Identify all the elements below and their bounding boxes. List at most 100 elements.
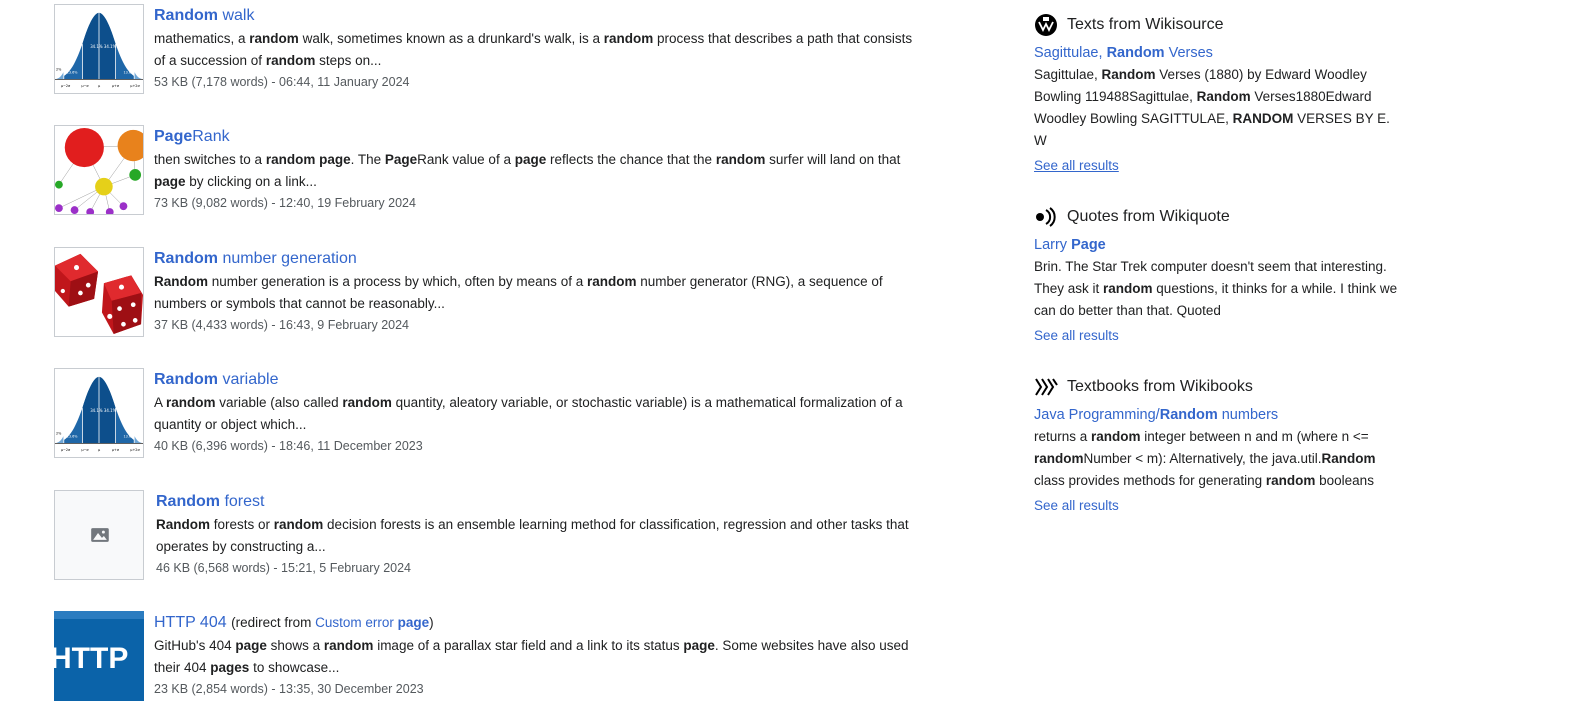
search-term-highlight: pages — [210, 660, 250, 675]
result-text: Random walk mathematics, a random walk, … — [154, 4, 924, 92]
result-snippet: A random variable (also called random qu… — [154, 395, 903, 432]
result-snippet: Random number generation is a process by… — [154, 274, 883, 311]
result-metadata: 46 KB (6,568 words) - 15:21, 5 February … — [156, 561, 412, 575]
svg-text:μ+2σ: μ+2σ — [130, 84, 140, 88]
search-term-highlight: page — [235, 638, 267, 653]
result-metadata: 73 KB (9,082 words) - 12:40, 19 February… — [154, 196, 416, 210]
result-thumbnail-pagerank[interactable] — [54, 125, 144, 215]
search-term-highlight: Random — [1106, 45, 1165, 61]
svg-text:μ−2σ: μ−2σ — [61, 84, 71, 88]
search-term-highlight: Page — [1071, 237, 1106, 253]
result-snippet: GitHub's 404 page shows a random image o… — [154, 638, 909, 675]
search-term-highlight: random — [273, 517, 324, 532]
svg-text:34.1%: 34.1% — [90, 44, 103, 49]
search-term-highlight: Page — [384, 152, 418, 167]
search-term-highlight: Random — [156, 517, 210, 532]
svg-text:2%: 2% — [56, 68, 62, 72]
svg-text:13.6%: 13.6% — [67, 434, 79, 438]
wikiquote-icon — [1034, 205, 1058, 229]
result-title-link[interactable]: HTTP 404 — [154, 614, 227, 631]
result-metadata: 53 KB (7,178 words) - 06:44, 11 January … — [154, 75, 410, 89]
sidebar-heading: Textbooks from Wikibooks — [1034, 374, 1414, 400]
svg-text:34.1%: 34.1% — [90, 408, 103, 413]
search-term-highlight: random — [166, 395, 216, 410]
result-title-link[interactable]: Random forest — [156, 490, 926, 514]
sidebar-heading: Quotes from Wikiquote — [1034, 204, 1414, 230]
svg-text:μ−σ: μ−σ — [81, 448, 89, 452]
sidebar-box-wikibooks: Textbooks from Wikibooks Java Programmin… — [1034, 374, 1414, 517]
sidebar-heading-text: Quotes from Wikiquote — [1067, 208, 1230, 225]
svg-text:μ+σ: μ+σ — [112, 84, 120, 88]
sidebar-result-snippet: returns a random integer between n and m… — [1034, 429, 1376, 488]
search-term-highlight: Random — [1321, 451, 1376, 466]
svg-text:34.1%: 34.1% — [104, 44, 117, 49]
result-title-row: HTTP 404 (redirect from Custom error pag… — [154, 611, 924, 635]
result-thumbnail-dice[interactable] — [54, 247, 144, 337]
svg-text:13.6%: 13.6% — [123, 434, 135, 438]
svg-text:μ+2σ: μ+2σ — [130, 448, 140, 452]
search-term-highlight: random — [603, 31, 654, 46]
sidebar-result-title-link[interactable]: Java Programming/Random numbers — [1034, 404, 1414, 426]
search-term-highlight: random — [586, 274, 637, 289]
search-term-highlight: random — [1091, 429, 1141, 444]
normal-distribution-image: 34.1% 34.1% 13.6% 13.6% 2% μ−2σ μ−σ μ μ+… — [55, 369, 143, 457]
sidebar-result-title-link[interactable]: Sagittulae, Random Verses — [1034, 42, 1414, 64]
result-metadata: 37 KB (4,433 words) - 16:43, 9 February … — [154, 318, 410, 332]
normal-distribution-image: 34.1% 34.1% 13.6% 13.6% 2% μ−2σ μ−σ μ μ+… — [55, 5, 143, 93]
result-snippet: mathematics, a random walk, sometimes kn… — [154, 31, 913, 68]
see-all-results-link[interactable]: See all results — [1034, 155, 1414, 177]
search-result-item: 34.1% 34.1% 13.6% 13.6% 2% μ−2σ μ−σ μ μ+… — [54, 364, 924, 460]
search-result-item: HTTP HTTP 404 (redirect from Custom erro… — [54, 607, 924, 703]
search-term-highlight: random — [1265, 473, 1316, 488]
search-term-highlight: page — [683, 638, 715, 653]
svg-text:μ−σ: μ−σ — [81, 84, 89, 88]
sidebar-heading-text: Texts from Wikisource — [1067, 16, 1224, 33]
svg-text:HTTP: HTTP — [54, 642, 128, 675]
search-term-highlight: page — [154, 174, 186, 189]
search-term-highlight: Random — [1196, 89, 1251, 104]
wikisource-icon — [1034, 13, 1058, 37]
result-thumbnail-normal-distribution[interactable]: 34.1% 34.1% 13.6% 13.6% 2% μ−2σ μ−σ μ μ+… — [54, 368, 144, 458]
search-term-highlight: Random — [154, 274, 208, 289]
sidebar-result-snippet: Brin. The Star Trek computer doesn't see… — [1034, 259, 1398, 318]
svg-text:34.1%: 34.1% — [104, 408, 117, 413]
see-all-results-link[interactable]: See all results — [1034, 495, 1414, 517]
result-title-link[interactable]: Random walk — [154, 4, 924, 28]
result-text: HTTP 404 (redirect from Custom error pag… — [154, 611, 924, 699]
search-term-highlight: random page — [265, 152, 351, 167]
result-text: Random variable A random variable (also … — [154, 368, 924, 456]
svg-text:13.6%: 13.6% — [67, 70, 79, 74]
sidebar-box-wikiquote: Quotes from Wikiquote Larry Page Brin. T… — [1034, 204, 1414, 347]
result-text: Random forest Random forests or random d… — [156, 490, 926, 578]
result-text: Random number generation Random number g… — [154, 247, 924, 335]
result-thumbnail-normal-distribution[interactable]: 34.1% 34.1% 13.6% 13.6% 2% μ−2σ μ−σ μ μ+… — [54, 4, 144, 94]
search-result-item: PageRank then switches to a random page.… — [54, 121, 924, 217]
sidebar-result-snippet: Sagittulae, Random Verses (1880) by Edwa… — [1034, 67, 1390, 148]
see-all-results-link[interactable]: See all results — [1034, 325, 1414, 347]
svg-text:13.6%: 13.6% — [123, 70, 135, 74]
sidebar-result-title-link[interactable]: Larry Page — [1034, 234, 1414, 256]
result-title-link[interactable]: Random number generation — [154, 247, 924, 271]
result-thumbnail-placeholder[interactable] — [54, 490, 144, 580]
result-snippet: Random forests or random decision forest… — [156, 517, 909, 554]
result-thumbnail-http[interactable]: HTTP — [54, 611, 144, 701]
svg-text:μ−2σ: μ−2σ — [61, 448, 71, 452]
sidebar-box-wikisource: Texts from Wikisource Sagittulae, Random… — [1034, 12, 1414, 177]
search-term-highlight: RANDOM — [1232, 111, 1294, 126]
search-term-highlight: random — [323, 638, 374, 653]
result-title-link[interactable]: Random variable — [154, 368, 924, 392]
search-result-item: Random forest Random forests or random d… — [54, 486, 924, 582]
wikibooks-icon — [1034, 375, 1058, 399]
sidebar-heading: Texts from Wikisource — [1034, 12, 1414, 38]
search-term-highlight: random — [249, 31, 299, 46]
svg-text:2%: 2% — [56, 432, 62, 436]
search-result-item: Random number generation Random number g… — [54, 243, 924, 339]
result-metadata: 23 KB (2,854 words) - 13:35, 30 December… — [154, 682, 424, 696]
redirect-link[interactable]: Custom error page — [315, 615, 429, 630]
search-term-highlight: random — [265, 53, 316, 68]
redirect-note: (redirect from Custom error page) — [231, 615, 434, 630]
pagerank-graph-image — [55, 126, 143, 214]
result-title-link[interactable]: PageRank — [154, 125, 924, 149]
dice-image — [55, 248, 143, 336]
result-text: PageRank then switches to a random page.… — [154, 125, 924, 213]
